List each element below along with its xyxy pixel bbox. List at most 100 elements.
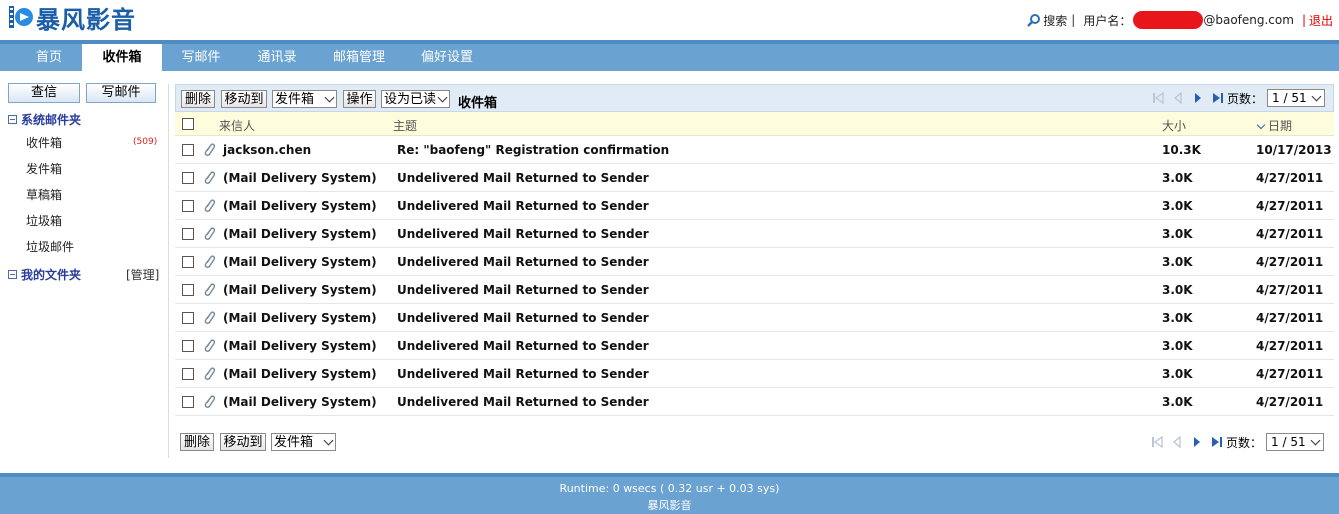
column-subject[interactable]: 主题 xyxy=(393,117,417,134)
row-size: 3.0K xyxy=(1162,395,1193,409)
manage-folders-link[interactable]: [管理] xyxy=(126,266,159,283)
table-row[interactable]: (Mail Delivery System) Undelivered Mail R… xyxy=(175,164,1334,192)
row-sender[interactable]: (Mail Delivery System) xyxy=(223,227,377,241)
table-row[interactable]: (Mail Delivery System) Undelivered Mail R… xyxy=(175,276,1334,304)
my-folders-header[interactable]: 我的文件夹 xyxy=(8,266,81,283)
row-date: 4/27/2011 xyxy=(1256,339,1324,353)
pager-bottom: 页数： 1 / 51 xyxy=(1151,433,1325,451)
row-size: 3.0K xyxy=(1162,199,1193,213)
row-checkbox[interactable] xyxy=(182,396,194,408)
table-header: 来信人 主题 大小 日期 xyxy=(175,112,1334,136)
row-checkbox[interactable] xyxy=(182,144,194,156)
select-all-checkbox[interactable] xyxy=(182,118,194,130)
sidebar-item-drafts[interactable]: 草稿箱 xyxy=(26,186,62,203)
table-row[interactable]: (Mail Delivery System) Undelivered Mail R… xyxy=(175,248,1334,276)
last-page-icon[interactable] xyxy=(1212,91,1224,105)
footer: Runtime: 0 wsecs ( 0.32 usr + 0.03 sys) … xyxy=(0,473,1339,514)
collapse-icon[interactable] xyxy=(8,115,17,124)
compose-button[interactable]: 写邮件 xyxy=(86,83,156,103)
sidebar: 查信 写邮件 系统邮件夹 收件箱 (509) 发件箱 草稿箱 垃圾箱 垃圾邮件 … xyxy=(0,71,166,461)
tab-contacts[interactable]: 通讯录 xyxy=(246,44,308,71)
row-sender[interactable]: (Mail Delivery System) xyxy=(223,339,377,353)
row-sender[interactable]: (Mail Delivery System) xyxy=(223,283,377,297)
column-date[interactable]: 日期 xyxy=(1256,117,1292,134)
move-target-select[interactable]: 发件箱 xyxy=(271,433,336,451)
row-size: 3.0K xyxy=(1162,311,1193,325)
tab-mailbox-manage[interactable]: 邮箱管理 xyxy=(324,44,394,71)
row-date: 4/27/2011 xyxy=(1256,367,1324,381)
row-checkbox[interactable] xyxy=(182,284,194,296)
toolbar-top: 删除 移动到 发件箱 操作 设为已读 收件箱 页数： 1 / 51 xyxy=(175,84,1334,112)
mark-as-select[interactable]: 设为已读 xyxy=(381,90,450,108)
tab-inbox[interactable]: 收件箱 xyxy=(82,44,162,72)
chevron-down-icon xyxy=(437,92,448,103)
column-from[interactable]: 来信人 xyxy=(219,117,255,134)
row-subject[interactable]: Undelivered Mail Returned to Sender xyxy=(397,367,649,381)
table-row[interactable]: (Mail Delivery System) Undelivered Mail R… xyxy=(175,388,1334,416)
row-subject[interactable]: Undelivered Mail Returned to Sender xyxy=(397,283,649,297)
check-mail-button[interactable]: 查信 xyxy=(8,83,80,103)
row-checkbox[interactable] xyxy=(182,312,194,324)
system-folders-header[interactable]: 系统邮件夹 xyxy=(8,111,81,128)
row-checkbox[interactable] xyxy=(182,340,194,352)
sidebar-item-trash[interactable]: 垃圾箱 xyxy=(26,212,62,229)
operate-button[interactable]: 操作 xyxy=(343,90,376,108)
delete-button[interactable]: 删除 xyxy=(181,90,215,108)
tab-compose[interactable]: 写邮件 xyxy=(170,44,232,71)
table-row[interactable]: (Mail Delivery System) Undelivered Mail R… xyxy=(175,332,1334,360)
sidebar-item-spam[interactable]: 垃圾邮件 xyxy=(26,238,74,255)
row-sender[interactable]: (Mail Delivery System) xyxy=(223,171,377,185)
table-row[interactable]: (Mail Delivery System) Undelivered Mail R… xyxy=(175,360,1334,388)
mark-as-value: 设为已读 xyxy=(384,92,437,107)
table-row[interactable]: jackson.chen Re: "baofeng" Registration c… xyxy=(175,136,1334,164)
chevron-down-icon xyxy=(323,435,334,446)
move-target-select[interactable]: 发件箱 xyxy=(272,90,337,108)
tab-preferences[interactable]: 偏好设置 xyxy=(412,44,482,71)
tab-home[interactable]: 首页 xyxy=(20,44,78,71)
prev-page-icon[interactable] xyxy=(1172,91,1184,105)
page-select[interactable]: 1 / 51 xyxy=(1267,89,1326,107)
first-page-icon[interactable] xyxy=(1151,435,1163,449)
row-checkbox[interactable] xyxy=(182,228,194,240)
logout-link[interactable]: 退出 xyxy=(1309,12,1333,29)
row-subject[interactable]: Undelivered Mail Returned to Sender xyxy=(397,339,649,353)
row-subject[interactable]: Undelivered Mail Returned to Sender xyxy=(397,171,649,185)
row-subject[interactable]: Undelivered Mail Returned to Sender xyxy=(397,311,649,325)
collapse-icon[interactable] xyxy=(8,270,17,279)
row-date: 4/27/2011 xyxy=(1256,255,1324,269)
row-sender[interactable]: jackson.chen xyxy=(223,143,311,157)
table-row[interactable]: (Mail Delivery System) Undelivered Mail R… xyxy=(175,220,1334,248)
page-select[interactable]: 1 / 51 xyxy=(1266,433,1325,451)
row-checkbox[interactable] xyxy=(182,368,194,380)
row-sender[interactable]: (Mail Delivery System) xyxy=(223,255,377,269)
prev-page-icon[interactable] xyxy=(1171,435,1183,449)
row-subject[interactable]: Undelivered Mail Returned to Sender xyxy=(397,199,649,213)
sidebar-item-outbox[interactable]: 发件箱 xyxy=(26,160,62,177)
search-link[interactable]: 搜索 xyxy=(1043,12,1067,29)
pager-top: 页数： 1 / 51 xyxy=(1152,89,1326,107)
move-to-button[interactable]: 移动到 xyxy=(220,433,266,451)
next-page-icon[interactable] xyxy=(1192,91,1204,105)
delete-button[interactable]: 删除 xyxy=(180,433,214,451)
column-size[interactable]: 大小 xyxy=(1162,117,1186,134)
row-subject[interactable]: Undelivered Mail Returned to Sender xyxy=(397,255,649,269)
table-row[interactable]: (Mail Delivery System) Undelivered Mail R… xyxy=(175,192,1334,220)
logo[interactable]: 暴风影音 xyxy=(8,2,136,34)
search-icon[interactable] xyxy=(1027,13,1041,27)
move-to-button[interactable]: 移动到 xyxy=(221,90,267,108)
row-sender[interactable]: (Mail Delivery System) xyxy=(223,367,377,381)
last-page-icon[interactable] xyxy=(1211,435,1223,449)
row-checkbox[interactable] xyxy=(182,172,194,184)
row-checkbox[interactable] xyxy=(182,256,194,268)
row-sender[interactable]: (Mail Delivery System) xyxy=(223,199,377,213)
table-row[interactable]: (Mail Delivery System) Undelivered Mail R… xyxy=(175,304,1334,332)
row-sender[interactable]: (Mail Delivery System) xyxy=(223,311,377,325)
row-sender[interactable]: (Mail Delivery System) xyxy=(223,395,377,409)
row-subject[interactable]: Undelivered Mail Returned to Sender xyxy=(397,227,649,241)
next-page-icon[interactable] xyxy=(1191,435,1203,449)
row-subject[interactable]: Undelivered Mail Returned to Sender xyxy=(397,395,649,409)
row-checkbox[interactable] xyxy=(182,200,194,212)
sidebar-item-inbox[interactable]: 收件箱 xyxy=(26,134,62,151)
first-page-icon[interactable] xyxy=(1152,91,1164,105)
row-subject[interactable]: Re: "baofeng" Registration confirmation xyxy=(397,143,669,157)
